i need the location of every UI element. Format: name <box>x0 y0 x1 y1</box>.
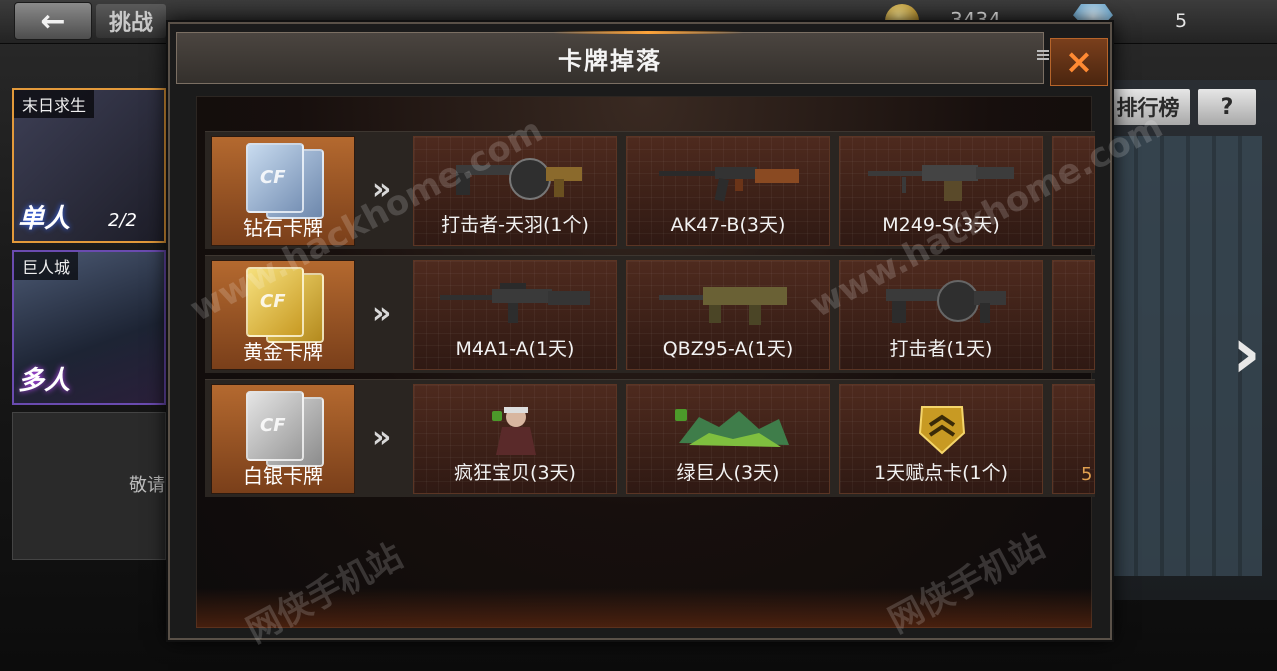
back-button[interactable]: ← <box>14 2 92 40</box>
double-chevron-icon: » <box>372 296 392 331</box>
drop-row-gold: CF 黄金卡牌 » M4A1-A(1天) QBZ95-A(1天) 打击者(1天) <box>205 255 1095 373</box>
game-screen: ← 挑战 3434 5 末日求生 单人 2/2 巨人城 多人 敬请 排行榜 ? … <box>0 0 1277 671</box>
reward-label: QBZ95-A(1天) <box>662 338 794 360</box>
crazy-baby-character-icon <box>492 407 536 455</box>
mode-card-giant-city[interactable]: 巨人城 多人 <box>12 250 166 405</box>
reward-label: 疯狂宝贝(3天) <box>454 462 576 484</box>
reward-label: 打击者-天羽(1个) <box>441 214 589 236</box>
talent-point-card-icon <box>918 406 966 455</box>
help-button[interactable]: ? <box>1198 89 1256 125</box>
drop-row-silver: CF 白银卡牌 » 疯狂宝贝(3天) 绿巨人(3天) 1天赋点卡(1个) 5 <box>205 379 1095 497</box>
mode-type-label: 单人 <box>18 204 71 234</box>
dialog-header: 卡牌掉落 <box>176 31 1049 84</box>
diamond-card-icon: CF <box>240 143 328 219</box>
reward-label-partial: 5 <box>1081 464 1093 485</box>
card-label: 黄金卡牌 <box>243 340 323 364</box>
reward-slot[interactable]: 1天赋点卡(1个) <box>839 384 1043 494</box>
reward-slot[interactable]: QBZ95-A(1天) <box>626 260 830 370</box>
card-silver[interactable]: CF 白银卡牌 <box>211 384 355 494</box>
reward-label: 1天赋点卡(1个) <box>873 462 1008 484</box>
mode-card-doomsday[interactable]: 末日求生 单人 2/2 <box>12 88 166 243</box>
mode-card-coming-soon[interactable]: 敬请 <box>12 412 166 560</box>
reward-label: AK47-B(3天) <box>670 214 786 236</box>
reward-slot[interactable]: 绿巨人(3天) <box>626 384 830 494</box>
reward-label: 绿巨人(3天) <box>676 462 780 484</box>
silver-card-icon: CF <box>240 391 328 467</box>
qbz95-icon <box>659 287 787 325</box>
diamond-balance: 5 <box>1175 10 1188 32</box>
reward-label: 打击者(1天) <box>889 338 993 360</box>
mode-title: 巨人城 <box>14 252 79 280</box>
card-drop-dialog: 卡牌掉落 × CF 钻石卡牌 » 打击者-天羽(1个) AK47-B(3天) M… <box>168 22 1112 640</box>
m4a1-icon <box>440 283 590 323</box>
double-chevron-icon: » <box>372 420 392 455</box>
back-arrow-icon: ← <box>40 3 66 39</box>
green-giant-character-icon <box>675 409 789 447</box>
close-button[interactable]: × <box>1050 38 1108 86</box>
ak47-icon <box>659 167 799 202</box>
close-icon: × <box>1064 42 1094 82</box>
dialog-body: CF 钻石卡牌 » 打击者-天羽(1个) AK47-B(3天) M249-S(3… <box>196 96 1095 628</box>
next-page-icon[interactable]: › <box>1232 318 1261 388</box>
reward-slot-partial[interactable]: 5 <box>1052 384 1095 494</box>
reward-label: M4A1-A(1天) <box>455 338 575 360</box>
card-label: 白银卡牌 <box>243 464 323 488</box>
dialog-title: 卡牌掉落 <box>558 46 662 75</box>
mode-title: 末日求生 <box>14 90 95 118</box>
mode-type-label: 多人 <box>18 366 71 396</box>
reward-slot[interactable]: M4A1-A(1天) <box>413 260 617 370</box>
mode-list: 末日求生 单人 2/2 巨人城 多人 敬请 <box>0 80 168 600</box>
menu-icon <box>1037 50 1049 62</box>
reward-slot-partial[interactable] <box>1052 260 1095 370</box>
reward-slot[interactable]: AK47-B(3天) <box>626 136 830 246</box>
tab-challenge[interactable]: 挑战 <box>96 4 166 38</box>
reward-slot[interactable]: 疯狂宝贝(3天) <box>413 384 617 494</box>
mode-count: 2/2 <box>108 210 137 231</box>
coming-soon-label: 敬请 <box>129 475 165 496</box>
